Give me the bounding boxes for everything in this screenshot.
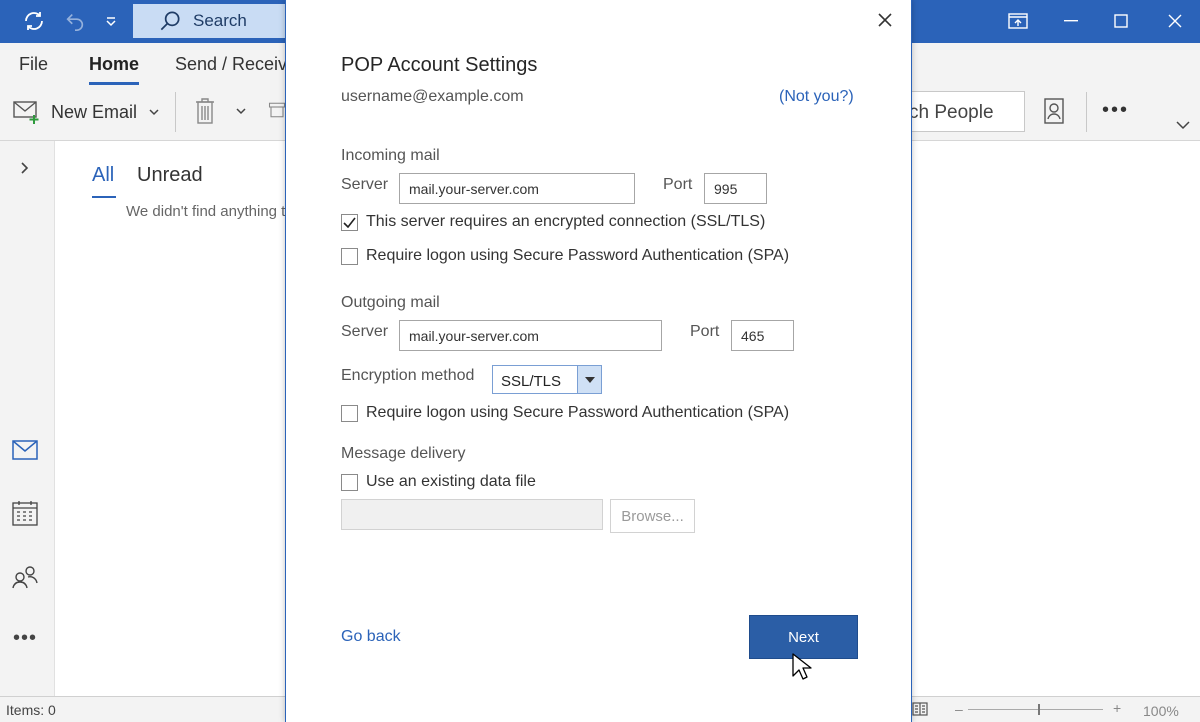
calendar-icon[interactable] [10,498,40,528]
data-file-path-input [341,499,603,530]
archive-button[interactable] [268,99,286,121]
dialog-title: POP Account Settings [341,54,538,76]
ssl-checkbox-label: This server requires an encrypted connec… [366,213,766,230]
go-back-link[interactable]: Go back [341,628,401,646]
ribbon-divider [1086,92,1087,132]
zoom-out-icon[interactable]: – [955,701,963,717]
outgoing-port-label: Port [690,323,720,340]
encryption-method-value: SSL/TLS [501,373,562,390]
encryption-method-label: Encryption method [341,367,475,384]
delete-dropdown[interactable] [236,107,246,115]
outgoing-server-label: Server [341,323,389,340]
reading-pane [912,141,1200,696]
mouse-cursor-icon [792,653,812,680]
mail-icon[interactable] [10,435,40,465]
undo-icon[interactable] [60,6,90,36]
zoom-slider-thumb[interactable] [1038,704,1040,715]
minimize-icon[interactable] [1058,6,1084,36]
address-book-icon [1044,98,1064,124]
outgoing-port-input[interactable]: 465 [731,320,794,351]
trash-icon [196,98,214,124]
address-book-button[interactable] [1042,97,1066,125]
filter-all-underline [92,196,116,198]
new-email-button[interactable]: New Email [12,99,159,125]
expand-folder-pane-icon[interactable] [10,153,40,183]
reading-view-icon[interactable] [912,701,928,720]
more-commands-icon[interactable]: ••• [1102,99,1129,122]
incoming-port-input[interactable]: 995 [704,173,767,204]
message-delivery-heading: Message delivery [341,445,466,462]
ribbon-divider [175,92,176,132]
ribbon-display-icon[interactable] [1005,6,1031,36]
search-icon [160,11,180,31]
navigation-rail: ••• [0,141,55,696]
archive-icon [268,102,286,118]
expand-ribbon-icon[interactable] [1176,121,1190,130]
search-label: Search [193,11,247,30]
chevron-down-icon [149,109,159,116]
existing-data-file-row[interactable]: Use an existing data file [341,473,536,491]
zoom-slider[interactable] [968,709,1103,710]
incoming-spa-label: Require logon using Secure Password Auth… [366,247,790,264]
sync-icon[interactable] [18,6,50,36]
people-icon[interactable] [10,562,40,592]
existing-data-file-checkbox[interactable] [341,473,358,491]
chevron-down-icon [236,108,246,115]
dropdown-arrow-icon[interactable] [577,366,601,393]
new-email-icon [13,101,39,124]
incoming-mail-heading: Incoming mail [341,147,440,164]
maximize-icon[interactable] [1108,6,1134,36]
close-dialog-button[interactable] [871,6,899,34]
filter-all[interactable]: All [92,164,114,187]
incoming-server-input[interactable]: mail.your-server.com [399,173,635,204]
delete-button[interactable] [193,97,217,125]
ssl-checkbox[interactable] [341,213,358,231]
more-apps-icon[interactable]: ••• [10,623,40,653]
tab-file[interactable]: File [19,54,48,75]
incoming-server-label: Server [341,176,389,193]
browse-button: Browse... [610,499,695,533]
outgoing-server-input[interactable]: mail.your-server.com [399,320,662,351]
close-icon [878,13,892,27]
pop-account-settings-dialog: POP Account Settings username@example.co… [285,0,912,722]
caret-down-icon [584,376,595,383]
close-window-icon[interactable] [1162,6,1188,36]
zoom-in-icon[interactable]: + [1113,700,1121,716]
tab-send-receive[interactable]: Send / Receiv [175,54,285,75]
encryption-method-select[interactable]: SSL/TLS [492,365,602,394]
ssl-checkbox-row[interactable]: This server requires an encrypted connec… [341,213,765,231]
items-count: Items: 0 [6,702,56,718]
outgoing-mail-heading: Outgoing mail [341,294,440,311]
incoming-spa-checkbox-row[interactable]: Require logon using Secure Password Auth… [341,247,789,265]
tab-home[interactable]: Home [89,54,139,75]
outgoing-spa-checkbox-row[interactable]: Require logon using Secure Password Auth… [341,404,789,422]
checkmark-icon [343,217,356,228]
account-email: username@example.com [341,88,524,105]
outgoing-spa-label: Require logon using Secure Password Auth… [366,404,790,421]
search-box[interactable]: Search [133,4,293,38]
not-you-link[interactable]: (Not you?) [779,88,854,106]
existing-data-file-label: Use an existing data file [366,473,536,490]
zoom-level[interactable]: 100% [1143,703,1179,719]
outgoing-spa-checkbox[interactable] [341,404,358,422]
filter-unread[interactable]: Unread [137,164,203,187]
incoming-spa-checkbox[interactable] [341,247,358,265]
incoming-port-label: Port [663,176,693,193]
new-email-label: New Email [51,101,138,122]
empty-list-message: We didn't find anything t [126,203,286,220]
customize-qat-icon[interactable] [100,6,122,36]
